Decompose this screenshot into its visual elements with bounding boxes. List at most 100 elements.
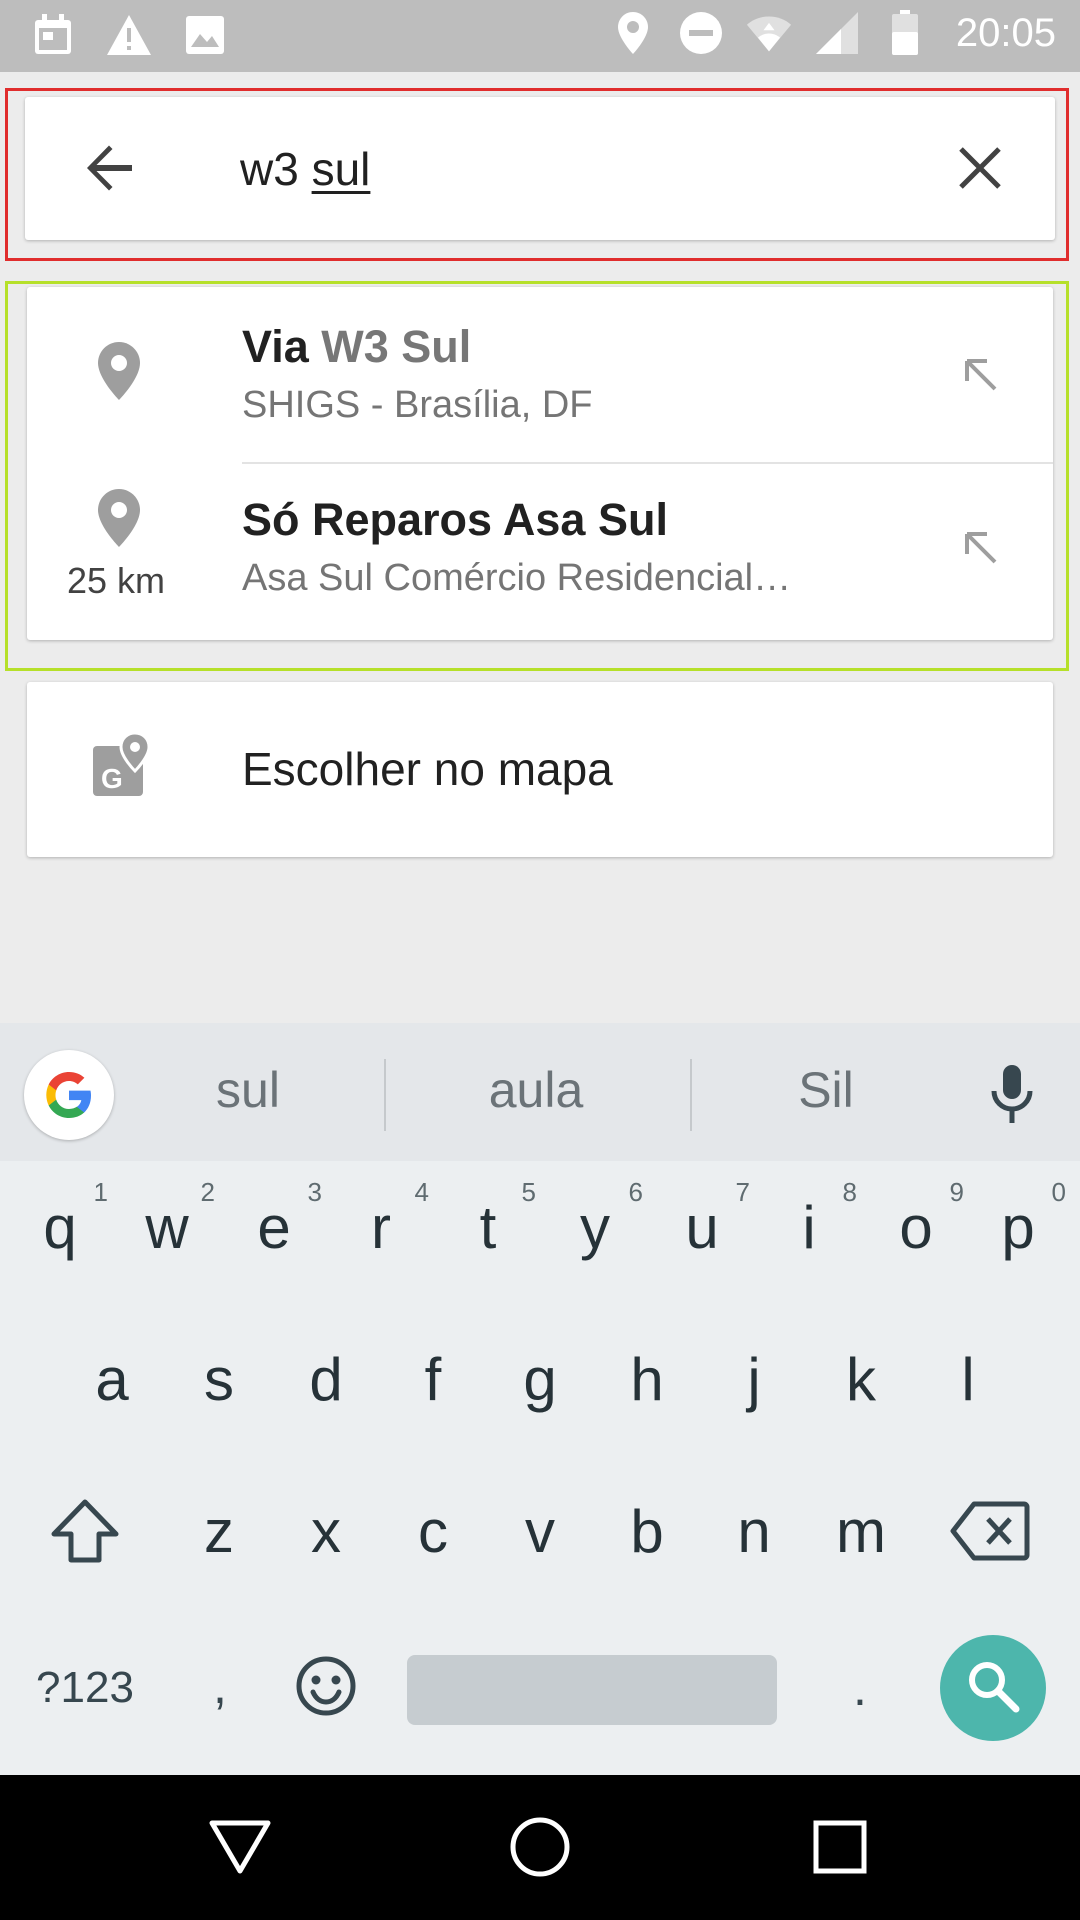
suggestion-title: Só Reparos Asa Sul [242, 494, 668, 546]
suggestion-subtitle: Asa Sul Comércio Residencial… [242, 557, 792, 599]
suggestion-subtitle: SHIGS - Brasília, DF [242, 384, 593, 426]
shift-key[interactable] [40, 1493, 130, 1573]
key-a[interactable]: a [62, 1313, 162, 1433]
place-pin-icon [97, 488, 147, 548]
key-label: j [747, 1346, 761, 1413]
battery-icon [882, 10, 928, 56]
key-s[interactable]: s [169, 1313, 269, 1433]
keyboard-suggestion[interactable]: sul [128, 1061, 368, 1119]
clock: 20:05 [955, 10, 1056, 55]
key-n[interactable]: n [704, 1465, 804, 1585]
key-i[interactable]: i8 [759, 1161, 859, 1281]
key-g[interactable]: g [490, 1313, 590, 1433]
search-box[interactable]: w3 sul [25, 97, 1055, 240]
key-label: l [961, 1346, 975, 1413]
search-input[interactable]: w3 sul [240, 137, 860, 201]
keyboard-suggestion-bar: sul aula Sil [0, 1023, 1080, 1161]
search-action-key[interactable] [940, 1635, 1046, 1741]
suggestion-title-text: Só Reparos Asa Sul [242, 494, 668, 545]
key-p[interactable]: p0 [968, 1161, 1068, 1281]
google-logo-icon[interactable] [24, 1050, 114, 1140]
distance-label: 25 km [66, 560, 166, 601]
suggestion-list: Via W3 Sul SHIGS - Brasília, DF 25 km Só… [27, 287, 1053, 640]
key-hint: 4 [414, 1177, 429, 1207]
symbols-key[interactable]: ?123 [20, 1643, 150, 1733]
calendar-icon [30, 12, 76, 58]
key-l[interactable]: l [918, 1313, 1018, 1433]
signal-icon [814, 10, 860, 56]
key-x[interactable]: x [276, 1465, 376, 1585]
divider [384, 1059, 386, 1131]
emoji-key[interactable] [286, 1643, 366, 1733]
suggestion-item[interactable]: 25 km Só Reparos Asa Sul Asa Sul Comérci… [27, 464, 1053, 640]
key-h[interactable]: h [597, 1313, 697, 1433]
key-label: n [737, 1498, 771, 1565]
key-hint: 9 [949, 1177, 964, 1207]
key-b[interactable]: b [597, 1465, 697, 1585]
key-label: x [311, 1498, 341, 1565]
divider [690, 1059, 692, 1131]
key-w[interactable]: w2 [117, 1161, 217, 1281]
search-icon [966, 1659, 1020, 1718]
place-pin-icon [97, 341, 147, 401]
arrow-back-icon[interactable] [75, 133, 145, 203]
fill-query-arrow-icon[interactable] [953, 347, 1009, 403]
key-d[interactable]: d [276, 1313, 376, 1433]
period-key[interactable]: . [820, 1643, 900, 1733]
key-label: z [204, 1498, 234, 1565]
backspace-key[interactable] [945, 1493, 1035, 1573]
key-label: k [846, 1346, 876, 1413]
key-t[interactable]: t5 [438, 1161, 538, 1281]
key-e[interactable]: e3 [224, 1161, 324, 1281]
search-query-composing: sul [311, 143, 371, 195]
space-key[interactable] [407, 1655, 777, 1725]
keyboard-suggestion[interactable]: Sil [706, 1061, 946, 1119]
microphone-icon[interactable] [990, 1063, 1052, 1135]
key-y[interactable]: y6 [545, 1161, 645, 1281]
key-v[interactable]: v [490, 1465, 590, 1585]
location-icon [610, 10, 656, 56]
key-o[interactable]: o9 [866, 1161, 966, 1281]
fill-query-arrow-icon[interactable] [953, 520, 1009, 576]
warning-icon [106, 12, 152, 58]
key-u[interactable]: u7 [652, 1161, 752, 1281]
choose-on-map-button[interactable]: G Escolher no mapa [27, 682, 1053, 857]
smiley-icon [295, 1655, 357, 1722]
home-circle-icon[interactable] [500, 1807, 580, 1887]
keyboard: sul aula Sil q1 w2 e3 r4 t5 y6 u7 i8 o9 … [0, 1023, 1080, 1775]
key-hint: 0 [1051, 1177, 1066, 1207]
status-bar: 20:05 [0, 0, 1080, 72]
key-hint: 1 [93, 1177, 108, 1207]
key-f[interactable]: f [383, 1313, 483, 1433]
key-label: b [630, 1498, 664, 1565]
close-icon[interactable] [945, 133, 1015, 203]
backspace-icon [950, 1500, 1030, 1567]
key-label: h [630, 1346, 664, 1413]
key-label: g [523, 1346, 557, 1413]
key-c[interactable]: c [383, 1465, 483, 1585]
key-hint: 8 [842, 1177, 857, 1207]
shift-arrow-icon [50, 1498, 120, 1569]
key-hint: 3 [307, 1177, 322, 1207]
image-icon [182, 12, 228, 58]
key-hint: 2 [200, 1177, 215, 1207]
key-z[interactable]: z [169, 1465, 269, 1585]
key-label: v [525, 1498, 555, 1565]
key-j[interactable]: j [704, 1313, 804, 1433]
choose-on-map-label: Escolher no mapa [242, 743, 613, 795]
map-pin-icon: G [91, 731, 157, 802]
recents-square-icon[interactable] [800, 1807, 880, 1887]
key-m[interactable]: m [811, 1465, 911, 1585]
comma-key[interactable]: , [180, 1641, 260, 1731]
key-r[interactable]: r4 [331, 1161, 431, 1281]
keyboard-suggestion[interactable]: aula [416, 1061, 656, 1119]
svg-text:G: G [101, 763, 123, 794]
key-label: a [95, 1346, 129, 1413]
key-q[interactable]: q1 [10, 1161, 110, 1281]
key-label: m [836, 1498, 886, 1565]
key-label: s [204, 1346, 234, 1413]
suggestion-item[interactable]: Via W3 Sul SHIGS - Brasília, DF [27, 287, 1053, 464]
key-k[interactable]: k [811, 1313, 911, 1433]
do-not-disturb-icon [678, 10, 724, 56]
back-triangle-icon[interactable] [200, 1807, 280, 1887]
